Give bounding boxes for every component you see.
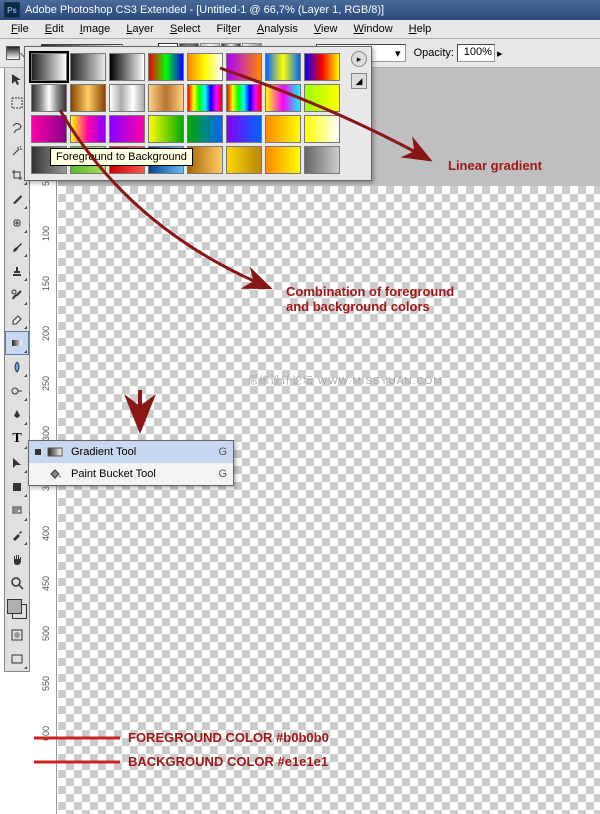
menu-file[interactable]: File	[3, 21, 37, 37]
flyout-shortcut: G	[218, 446, 227, 458]
canvas-transparent-area	[58, 186, 600, 814]
gradient-swatch[interactable]	[109, 53, 145, 81]
path-selection-tool[interactable]	[5, 451, 29, 475]
screenmode-toggle[interactable]	[5, 647, 29, 671]
annotation-fg: FOREGROUND COLOR #b0b0b0	[128, 730, 329, 745]
gradient-swatch[interactable]	[109, 84, 145, 112]
flyout-label: Gradient Tool	[71, 446, 218, 458]
gradient-swatch[interactable]	[304, 53, 340, 81]
paint-bucket-icon	[47, 466, 63, 482]
ruler-tick: 600	[41, 726, 51, 741]
gradient-swatch[interactable]	[70, 53, 106, 81]
flyout-paint-bucket-tool[interactable]: Paint Bucket Tool G	[29, 463, 233, 485]
notes-tool[interactable]	[5, 499, 29, 523]
gradient-swatch[interactable]	[31, 53, 67, 81]
gradient-swatch[interactable]	[70, 84, 106, 112]
blur-tool[interactable]	[5, 355, 29, 379]
foreground-color-swatch[interactable]	[7, 599, 22, 614]
tool-preset-icon[interactable]	[6, 46, 20, 60]
gradient-swatch[interactable]	[187, 115, 223, 143]
menu-view[interactable]: View	[306, 21, 346, 37]
gradient-swatch[interactable]	[109, 115, 145, 143]
opacity-label: Opacity:	[414, 47, 454, 59]
gradient-swatch[interactable]	[304, 115, 340, 143]
ruler-tick: 400	[41, 526, 51, 541]
gradient-panel-resize-icon[interactable]: ◢	[351, 73, 367, 89]
gradient-swatch[interactable]	[265, 146, 301, 174]
eraser-tool[interactable]	[5, 307, 29, 331]
opacity-input[interactable]: 100%	[457, 44, 495, 62]
gradient-swatch[interactable]	[265, 115, 301, 143]
color-swatch	[5, 595, 29, 623]
flyout-gradient-tool[interactable]: Gradient Tool G	[29, 441, 233, 463]
chevron-down-icon: ▾	[395, 47, 401, 60]
flyout-selected-icon	[35, 449, 41, 455]
opacity-arrow-icon[interactable]: ▸	[497, 47, 503, 60]
gradient-swatch[interactable]	[226, 84, 262, 112]
gradient-swatch[interactable]	[31, 84, 67, 112]
gradient-swatch[interactable]	[148, 53, 184, 81]
menu-image[interactable]: Image	[72, 21, 119, 37]
annotation-bg: BACKGROUND COLOR #e1e1e1	[128, 754, 328, 769]
gradient-swatch[interactable]	[187, 53, 223, 81]
gradient-swatch[interactable]	[148, 115, 184, 143]
app-logo-icon: Ps	[4, 2, 20, 18]
zoom-tool[interactable]	[5, 571, 29, 595]
gradient-swatch[interactable]	[226, 146, 262, 174]
flyout-label: Paint Bucket Tool	[71, 468, 218, 480]
gradient-swatch[interactable]	[148, 84, 184, 112]
gradient-swatch[interactable]	[265, 53, 301, 81]
gradient-tool[interactable]	[5, 331, 29, 355]
ruler-tick: 250	[41, 376, 51, 391]
annotation-combo: Combination of foreground and background…	[286, 284, 454, 314]
gradient-swatch[interactable]	[304, 84, 340, 112]
brush-tool[interactable]	[5, 235, 29, 259]
ruler-tick: 300	[41, 426, 51, 441]
gradient-swatch[interactable]	[265, 84, 301, 112]
gradient-swatch[interactable]	[187, 84, 223, 112]
annotation-linear: Linear gradient	[448, 158, 542, 173]
gradient-swatch[interactable]	[226, 53, 262, 81]
hand-tool[interactable]	[5, 547, 29, 571]
stamp-tool[interactable]	[5, 259, 29, 283]
dodge-tool[interactable]	[5, 379, 29, 403]
menu-analysis[interactable]: Analysis	[249, 21, 306, 37]
gradient-panel-menu-icon[interactable]: ▸	[351, 51, 367, 67]
menu-filter[interactable]: Filter	[208, 21, 248, 37]
title-bar: Ps Adobe Photoshop CS3 Extended - [Untit…	[0, 0, 600, 20]
history-brush-tool[interactable]	[5, 283, 29, 307]
gradient-swatch[interactable]	[70, 115, 106, 143]
shape-tool[interactable]	[5, 475, 29, 499]
menu-edit[interactable]: Edit	[37, 21, 72, 37]
slice-tool[interactable]	[5, 187, 29, 211]
ruler-tick: 100	[41, 226, 51, 241]
menu-help[interactable]: Help	[401, 21, 440, 37]
eyedropper-tool[interactable]	[5, 523, 29, 547]
gradient-swatch[interactable]	[226, 115, 262, 143]
quickmask-toggle[interactable]	[5, 623, 29, 647]
gradient-tool-icon	[47, 444, 63, 460]
menu-select[interactable]: Select	[162, 21, 209, 37]
menu-layer[interactable]: Layer	[118, 21, 162, 37]
ruler-tick: 150	[41, 276, 51, 291]
tool-flyout-menu: Gradient Tool G Paint Bucket Tool G	[28, 440, 234, 486]
ruler-tick: 450	[41, 576, 51, 591]
pen-tool[interactable]	[5, 403, 29, 427]
gradient-tooltip: Foreground to Background	[50, 148, 193, 166]
flyout-shortcut: G	[218, 468, 227, 480]
type-tool[interactable]: T	[5, 427, 29, 451]
watermark: 思缘设计论坛 WWW.MISSYUAN.COM	[248, 372, 443, 387]
ruler-tick: 500	[41, 626, 51, 641]
gradient-swatch[interactable]	[304, 146, 340, 174]
window-title: Adobe Photoshop CS3 Extended - [Untitled…	[25, 4, 384, 16]
ruler-tick: 200	[41, 326, 51, 341]
menu-window[interactable]: Window	[346, 21, 401, 37]
gradient-swatch[interactable]	[31, 115, 67, 143]
ruler-tick: 550	[41, 676, 51, 691]
healing-tool[interactable]	[5, 211, 29, 235]
menu-bar: File Edit Image Layer Select Filter Anal…	[0, 20, 600, 39]
